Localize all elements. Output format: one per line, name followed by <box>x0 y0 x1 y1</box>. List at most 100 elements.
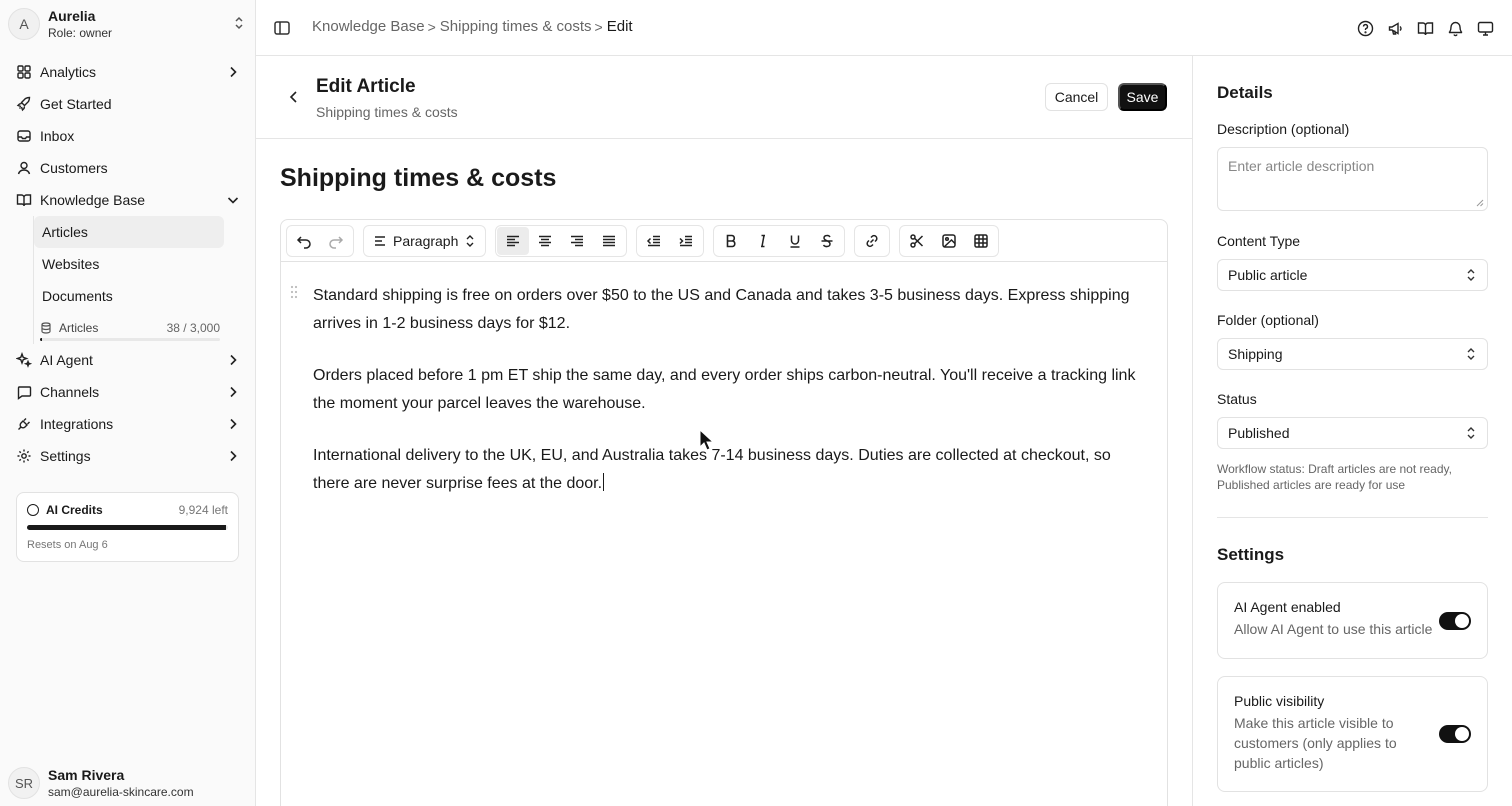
chevron-right-icon <box>226 385 240 399</box>
details-title: Details <box>1217 83 1273 102</box>
status-select[interactable]: Published <box>1217 417 1488 449</box>
public-visibility-toggle[interactable] <box>1439 725 1471 743</box>
italic-icon[interactable] <box>747 227 779 255</box>
org-role: Role: owner <box>48 25 113 40</box>
folder-select[interactable]: Shipping <box>1217 338 1488 370</box>
cancel-button[interactable]: Cancel <box>1045 83 1108 111</box>
outdent-icon[interactable] <box>638 227 670 255</box>
chevron-down-icon <box>226 193 240 207</box>
megaphone-icon[interactable] <box>1386 19 1404 37</box>
subnav-articles[interactable]: Articles <box>34 216 224 248</box>
subnav-websites[interactable]: Websites <box>34 248 224 280</box>
articles-quota: Articles 38 / 3,000 <box>34 312 224 344</box>
breadcrumb-article[interactable]: Shipping times & costs <box>440 18 592 35</box>
nav-analytics-label: Analytics <box>40 64 97 80</box>
article-paragraph[interactable]: Orders placed before 1 pm ET ship the sa… <box>313 362 1143 418</box>
chevrons-up-down-icon <box>232 15 246 31</box>
text-align-icon <box>373 234 387 248</box>
editor-body[interactable]: Standard shipping is free on orders over… <box>281 262 1167 542</box>
folder-label: Folder (optional) <box>1217 312 1319 328</box>
nav-get-started[interactable]: Get Started <box>8 88 248 120</box>
align-justify-icon[interactable] <box>593 227 625 255</box>
nav-integrations-label: Integrations <box>40 416 114 432</box>
ai-agent-setting-title: AI Agent enabled <box>1234 599 1341 615</box>
user-menu[interactable]: SR Sam Rivera sam@aurelia-skincare.com <box>8 766 248 800</box>
breadcrumb-separator: > <box>594 18 603 35</box>
org-switcher[interactable]: A Aurelia Role: owner <box>8 6 248 42</box>
chevron-right-icon <box>226 65 240 79</box>
scissors-icon[interactable] <box>901 227 933 255</box>
nav-ai-agent[interactable]: AI Agent <box>8 344 248 376</box>
article-title[interactable]: Shipping times & costs <box>280 164 556 193</box>
description-textarea[interactable]: Enter article description <box>1217 147 1488 211</box>
status-help-text: Workflow status: Draft articles are not … <box>1217 462 1452 492</box>
subnav-documents[interactable]: Documents <box>34 280 224 312</box>
panel-divider <box>1217 517 1488 518</box>
table-icon[interactable] <box>965 227 997 255</box>
content-type-select[interactable]: Public article <box>1217 259 1488 291</box>
link-group <box>854 224 891 257</box>
credits-progress-fill <box>27 525 226 530</box>
alignment-group <box>495 224 628 257</box>
undo-icon[interactable] <box>288 227 320 255</box>
details-panel: Details Description (optional) Enter art… <box>1193 56 1512 806</box>
image-icon[interactable] <box>933 227 965 255</box>
public-visibility-setting-card: Public visibility Make this article visi… <box>1217 676 1488 792</box>
align-left-icon[interactable] <box>497 226 530 255</box>
status-value: Published <box>1228 425 1290 441</box>
align-right-icon[interactable] <box>561 227 593 255</box>
org-avatar: A <box>8 8 40 40</box>
monitor-icon[interactable] <box>1476 19 1494 37</box>
chevron-right-icon <box>226 417 240 431</box>
breadcrumb-knowledge-base[interactable]: Knowledge Base <box>312 18 425 35</box>
save-button[interactable]: Save <box>1118 83 1167 111</box>
user-icon <box>16 160 32 176</box>
help-circle-icon[interactable] <box>1356 19 1374 37</box>
chevrons-up-down-icon <box>1465 347 1477 361</box>
plug-icon <box>16 416 32 432</box>
user-email: sam@aurelia-skincare.com <box>48 784 194 799</box>
nav-settings[interactable]: Settings <box>8 440 248 472</box>
book-open-icon[interactable] <box>1416 19 1434 37</box>
insert-group <box>899 224 1000 257</box>
article-paragraph[interactable]: Standard shipping is free on orders over… <box>313 282 1143 338</box>
quota-value: 38 / 3,000 <box>166 321 220 335</box>
inbox-icon <box>16 128 32 144</box>
bold-icon[interactable] <box>715 227 747 255</box>
main-content: Edit Article Shipping times & costs Canc… <box>256 56 1193 806</box>
underline-icon[interactable] <box>779 227 811 255</box>
nav-knowledge-base[interactable]: Knowledge Base <box>8 184 248 216</box>
redo-icon[interactable] <box>320 227 352 255</box>
credits-left: 9,924 left <box>178 503 228 517</box>
chevrons-up-down-icon <box>1465 268 1477 282</box>
resize-handle-icon[interactable] <box>1476 199 1484 207</box>
nav-channels[interactable]: Channels <box>8 376 248 408</box>
link-icon[interactable] <box>856 227 888 255</box>
nav-integrations[interactable]: Integrations <box>8 408 248 440</box>
block-type-select[interactable]: Paragraph <box>363 224 487 257</box>
nav-inbox[interactable]: Inbox <box>8 120 248 152</box>
indent-group <box>636 224 705 257</box>
public-visibility-title: Public visibility <box>1234 693 1325 709</box>
description-placeholder: Enter article description <box>1228 158 1375 174</box>
drag-handle-icon[interactable] <box>289 285 299 299</box>
nav-analytics[interactable]: Analytics <box>8 56 248 88</box>
bell-icon[interactable] <box>1446 19 1464 37</box>
indent-icon[interactable] <box>670 227 702 255</box>
ai-agent-toggle[interactable] <box>1439 612 1471 630</box>
credits-progress-bar <box>27 525 228 530</box>
sidebar: A Aurelia Role: owner Analytics Get Star… <box>0 0 256 806</box>
status-label: Status <box>1217 391 1257 407</box>
nav-get-started-label: Get Started <box>40 96 112 112</box>
sparkles-icon <box>16 352 32 368</box>
nav-customers[interactable]: Customers <box>8 152 248 184</box>
article-paragraph-text: International delivery to the UK, EU, an… <box>313 447 1111 492</box>
sidebar-toggle-icon[interactable] <box>273 19 291 37</box>
nav-channels-label: Channels <box>40 384 100 400</box>
ai-agent-setting-desc: Allow AI Agent to use this article <box>1234 621 1433 637</box>
strikethrough-icon[interactable] <box>811 227 843 255</box>
credits-reset: Resets on Aug 6 <box>27 539 108 551</box>
align-center-icon[interactable] <box>529 227 561 255</box>
article-paragraph-last[interactable]: International delivery to the UK, EU, an… <box>313 442 1143 498</box>
back-chevron-icon[interactable] <box>286 89 302 105</box>
